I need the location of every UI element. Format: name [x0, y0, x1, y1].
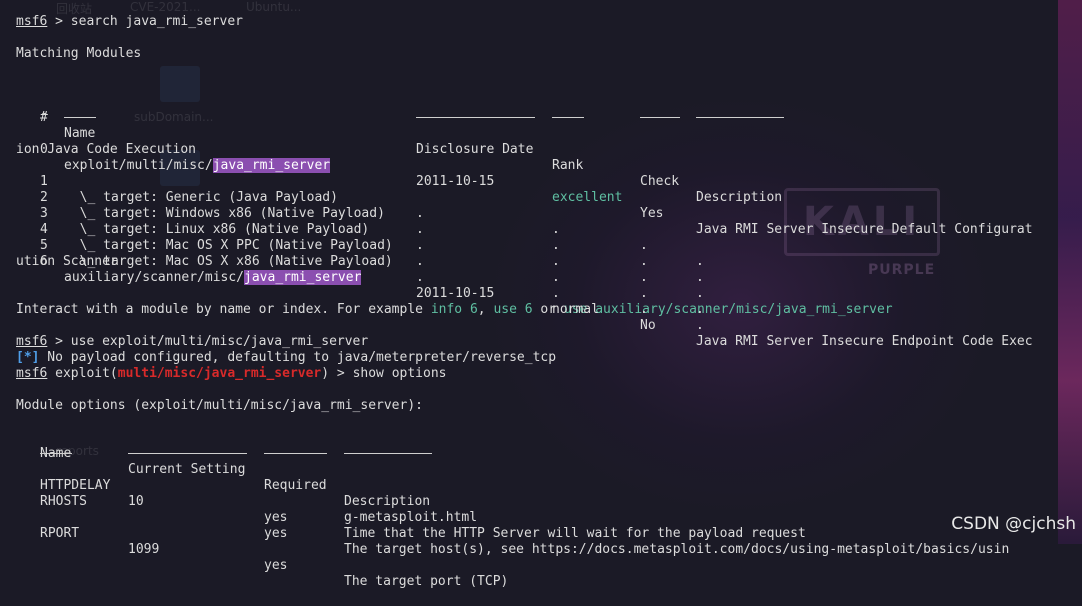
row-desc: .	[696, 302, 704, 317]
option-name: RPORT	[40, 526, 80, 541]
command-line-show-options: msf6 exploit(multi/misc/java_rmi_server)…	[16, 366, 1056, 382]
hint-command-use-index[interactable]: use 6	[493, 302, 532, 317]
prompt-module: multi/misc/java_rmi_server	[117, 366, 322, 381]
ghost-desktop-label: CVE-2021...	[130, 0, 201, 14]
option-desc: The target port (TCP)	[344, 574, 509, 589]
command-line-search: msf6 > search java_rmi_server	[16, 14, 1056, 30]
opt-col-desc-underline	[344, 453, 432, 454]
command-text: > search java_rmi_server	[47, 14, 243, 29]
hint-command-info[interactable]: info 6	[431, 302, 478, 317]
matching-modules-title: Matching Modules	[16, 46, 141, 62]
option-desc: Time that the HTTP Server will wait for …	[344, 526, 806, 541]
row-desc: Java RMI Server Insecure Endpoint Code E…	[696, 334, 1033, 349]
row-num: 6	[40, 254, 48, 269]
row-num: 0	[40, 142, 48, 157]
msf-prompt: msf6	[16, 14, 48, 29]
matching-modules-title-line: Matching Modules	[16, 46, 1056, 62]
col-name-underline	[64, 117, 96, 118]
modules-table-header: # Name Disclosure Date Rank Check Descri…	[16, 94, 1056, 205]
msf-prompt: msf6	[16, 366, 48, 381]
row-desc: .	[696, 270, 704, 285]
interact-hint: Interact with a module by name or index.…	[16, 302, 1056, 318]
hint-text: Interact with a module by name or index.…	[16, 302, 431, 317]
hint-sep: ,	[477, 302, 494, 317]
option-row: HTTPDELAY 10 yes Time that the HTTP Serv…	[16, 462, 1056, 541]
info-message: No payload configured, defaulting to jav…	[39, 350, 557, 365]
command-text: ) > show options	[321, 366, 447, 381]
row-check: .	[640, 302, 648, 317]
prompt-context: exploit(	[47, 366, 118, 381]
option-row: RHOSTS yes The target host(s), see https…	[16, 478, 1056, 557]
row-desc: .	[696, 286, 704, 301]
row-rank: normal	[552, 302, 599, 317]
row-date: .	[416, 254, 424, 269]
command-text: > use exploit/multi/misc/java_rmi_server	[47, 334, 369, 349]
opt-col-setting-underline	[128, 453, 247, 454]
col-rank-underline	[552, 117, 584, 118]
row-desc-wrap: ion Java Code Execution	[16, 142, 197, 157]
row-desc: .	[696, 254, 704, 269]
table-row: 2 \_ target: Windows x86 (Native Payload…	[16, 174, 1056, 285]
table-row: 1 \_ target: Generic (Java Payload) . . …	[16, 158, 1056, 269]
search-highlight: java_rmi_server	[244, 270, 362, 285]
option-desc: The target host(s), see https://docs.met…	[344, 542, 1010, 557]
col-check-underline	[640, 117, 680, 118]
row-check: No	[640, 318, 656, 333]
col-date-underline	[416, 117, 535, 118]
option-desc-wrap-row: g-metasploit.html	[16, 494, 1056, 525]
col-desc-underline	[696, 117, 784, 118]
modules-table-underline: -	[16, 106, 1056, 126]
option-row: RPORT 1099 yes The target port (TCP)	[16, 510, 1056, 589]
row-date: 2011-10-15	[416, 286, 495, 301]
table-row: 6 auxiliary/scanner/misc/java_rmi_server…	[16, 238, 1056, 349]
table-row: 4 \_ target: Mac OS X PPC (Native Payloa…	[16, 206, 1056, 317]
option-required: yes	[264, 558, 288, 573]
row-rank: .	[552, 286, 560, 301]
col-date-header: Disclosure Date	[416, 142, 534, 157]
row-name: auxiliary/scanner/misc/java_rmi_server	[64, 270, 362, 286]
table-row: 5 \_ target: Mac OS X x86 (Native Payloa…	[16, 222, 1056, 333]
row-date: .	[416, 270, 424, 285]
option-required: yes	[264, 526, 288, 541]
table-row: 0 exploit/multi/misc/java_rmi_server 201…	[16, 126, 1056, 237]
module-path: auxiliary/scanner/misc/	[64, 270, 245, 285]
options-table-header: Name Current Setting Required Descriptio…	[16, 430, 1056, 509]
csdn-watermark: CSDN @cjchsh	[951, 514, 1076, 534]
row-rank: .	[552, 254, 560, 269]
row-check: .	[640, 286, 648, 301]
opt-col-required-underline	[264, 453, 327, 454]
wallpaper-edge	[1058, 0, 1082, 544]
option-setting: 1099	[128, 542, 160, 557]
col-num-underline: -	[40, 106, 48, 121]
module-options-title: Module options (exploit/multi/misc/java_…	[16, 398, 423, 413]
row-rank: .	[552, 270, 560, 285]
table-row: 3 \_ target: Linux x86 (Native Payload) …	[16, 190, 1056, 301]
terminal-output[interactable]: msf6 > search java_rmi_server Matching M…	[16, 14, 1056, 589]
row-check: .	[640, 270, 648, 285]
row-name: \_ target: Mac OS X x86 (Native Payload)	[64, 254, 393, 269]
info-line: [*] No payload configured, defaulting to…	[16, 350, 1056, 366]
row-desc: .	[696, 318, 704, 333]
opt-col-name-underline	[40, 453, 72, 454]
hint-command-use-name[interactable]: use auxiliary/scanner/misc/java_rmi_serv…	[564, 302, 893, 317]
options-table-underline	[16, 446, 1056, 462]
row-check: .	[640, 254, 648, 269]
ghost-desktop-label: Ubuntu...	[246, 0, 302, 14]
